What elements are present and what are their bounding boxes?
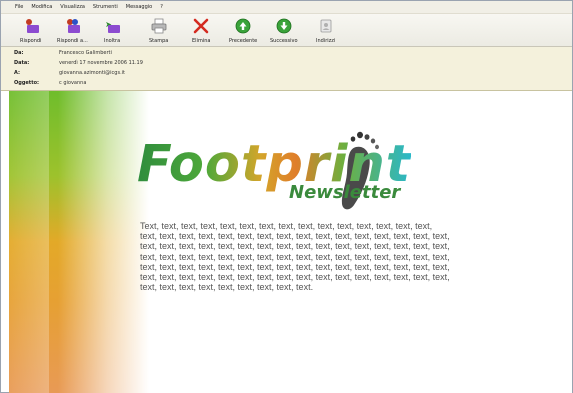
address-book-label: Indirizzi [316,38,336,44]
menu-view[interactable]: Visualizza [60,4,85,10]
date-label: Data: [14,60,30,66]
reply-all-label: Rispondi a... [57,38,88,44]
message-headers: Da: Francesco Galimberti Data: venerdì 1… [1,47,572,91]
subject-value: c giovanna [59,80,87,86]
next-button[interactable]: Successivo [270,16,298,46]
text-line: Text, text, text, text, text, text, text… [140,221,433,231]
print-label: Stampa [149,38,169,44]
address-book-button[interactable]: Indirizzi [316,16,335,46]
logo-subtitle: Newsletter [289,182,401,203]
forward-icon: ➤ [104,18,121,34]
reply-all-button[interactable]: Rispondi a... [57,16,88,46]
toolbar: Rispondi Rispondi a... ➤ Inoltra Stampa [1,14,572,47]
footprint-logo: Footprint Newsletter [137,129,457,210]
to-label: A: [14,70,20,76]
forward-button[interactable]: ➤ Inoltra [104,16,120,46]
menu-tools[interactable]: Strumenti [93,4,118,10]
from-label: Da: [14,50,24,56]
previous-button[interactable]: Precedente [229,16,257,46]
to-value[interactable]: giovanna.azimonti@icgs.it [59,70,125,76]
print-button[interactable]: Stampa [149,16,168,46]
print-icon [151,18,167,34]
reply-icon [23,18,39,34]
reply-button[interactable]: Rispondi [20,16,41,46]
text-line: text, text, text, text, text, text, text… [140,251,450,262]
text-line: text, text, text, text, text, text, text… [140,272,450,283]
text-line: text, text, text, text, text, text, text… [140,241,450,252]
menu-edit[interactable]: Modifica [31,4,52,10]
delete-icon [193,18,209,34]
mail-window: File Modifica Visualizza Strumenti Messa… [0,0,573,393]
date-value: venerdì 17 novembre 2006 11.19 [59,60,143,66]
text-line: text, text, text, text, text, text, text… [140,231,450,242]
menu-file[interactable]: File [15,4,23,10]
address-book-icon [318,18,334,34]
reply-label: Rispondi [20,38,42,44]
reply-all-icon [64,18,81,34]
text-line: text, text, text, text, text, text, text… [140,261,450,272]
subject-label: Oggetto: [14,80,40,86]
previous-icon [235,18,251,34]
from-value[interactable]: Francesco Galimberti [59,50,112,56]
text-line: text, text, text, text, text, text, text… [140,282,314,293]
previous-label: Precedente [229,38,258,44]
next-icon [276,18,292,34]
delete-button[interactable]: Elimina [192,16,210,46]
message-body: Footprint Newsletter Text, text, text, t… [9,91,572,393]
forward-label: Inoltra [104,38,121,44]
menu-message[interactable]: Messaggio [126,4,152,10]
delete-label: Elimina [192,38,211,44]
newsletter-text: Text, text, text, text, text, text, text… [140,221,572,292]
menu-bar: File Modifica Visualizza Strumenti Messa… [1,1,572,14]
next-label: Successivo [270,38,298,44]
gradient-side-band [9,91,149,393]
menu-help[interactable]: ? [160,4,163,10]
